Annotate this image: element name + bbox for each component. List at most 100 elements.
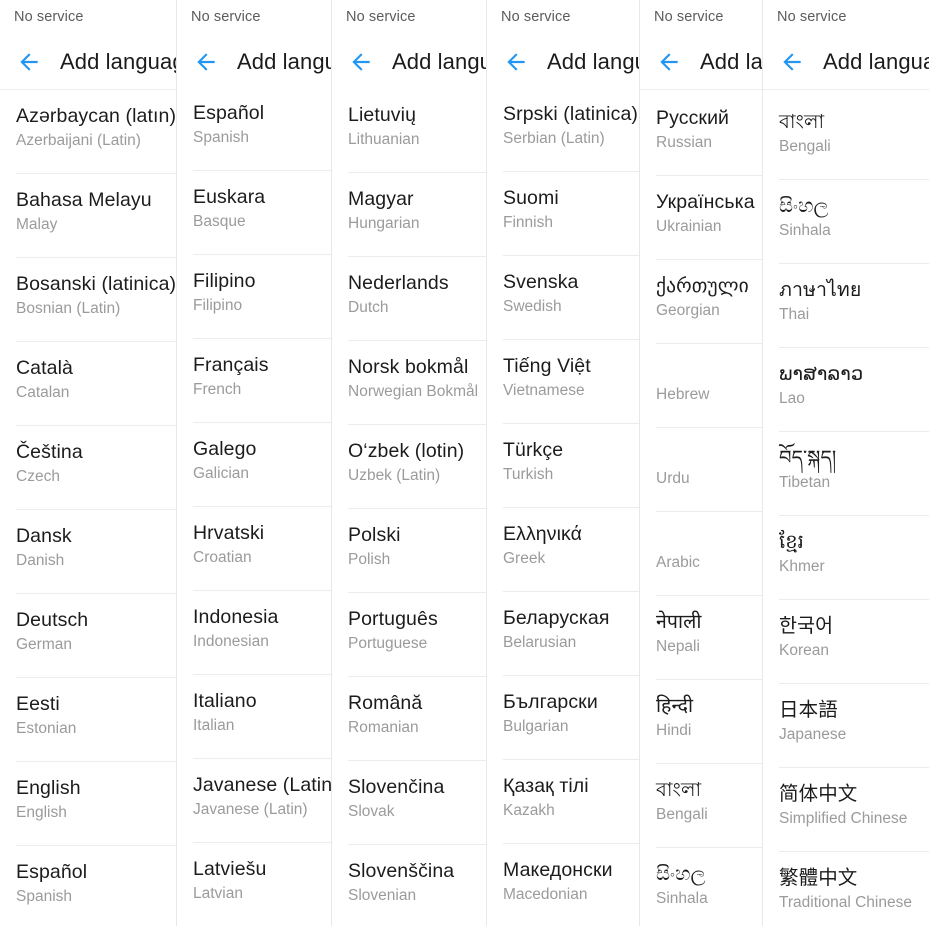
arrow-left-icon[interactable]	[652, 45, 686, 79]
language-list-item[interactable]: Euskara Basque	[177, 171, 332, 255]
language-list-item[interactable]: Eesti Estonian	[0, 678, 177, 762]
language-list-item[interactable]: O‘zbek (lotin) Uzbek (Latin)	[332, 425, 487, 509]
language-list-item[interactable]: 繁體中文 Traditional Chinese	[763, 852, 929, 926]
app-bar: Add language	[177, 34, 332, 90]
language-list-item[interactable]: বাংলা Bengali	[640, 764, 763, 848]
language-native-name: Polski	[348, 524, 401, 546]
language-list-item[interactable]: Nederlands Dutch	[332, 257, 487, 341]
language-native-name: Ελληνικά	[503, 523, 583, 545]
language-list-item[interactable]: ქართული Georgian	[640, 260, 763, 344]
language-native-name: Български	[503, 691, 598, 713]
language-list-item[interactable]: Français French	[177, 339, 332, 423]
language-list-item[interactable]: हिन्दी Hindi	[640, 680, 763, 764]
language-list-item[interactable]: Ελληνικά Greek	[487, 508, 640, 592]
language-list: Azərbaycan (latın) Azerbaijani (Latin) Bah…	[0, 90, 177, 926]
arrow-left-icon[interactable]	[12, 45, 46, 79]
language-list-item[interactable]: Lietuvių Lithuanian	[332, 89, 487, 173]
language-list-item[interactable]: Türkçe Turkish	[487, 424, 640, 508]
language-list-item[interactable]: Беларуская Belarusian	[487, 592, 640, 676]
language-list-item[interactable]: සිංහල Sinhala	[763, 180, 929, 264]
language-list-item[interactable]: Polski Polish	[332, 509, 487, 593]
phone-screen: No service Add language Español Spanish Eusk…	[177, 0, 332, 926]
phone-screen: No service Add language Русский Russian Укра…	[640, 0, 763, 926]
language-native-name: Galego	[193, 438, 257, 460]
language-english-name: Latvian	[193, 885, 243, 902]
language-list-item[interactable]: English English	[0, 762, 177, 846]
language-english-name: Belarusian	[503, 634, 577, 651]
language-list-item[interactable]: Norsk bokmål Norwegian Bokmål	[332, 341, 487, 425]
language-list-item[interactable]: Қазақ тілі Kazakh	[487, 760, 640, 844]
language-list-item[interactable]: Slovenščina Slovenian	[332, 845, 487, 926]
phone-screen: No service Add language Lietuvių Lithuanian…	[332, 0, 487, 926]
language-list-item[interactable]: සිංහල Sinhala	[640, 848, 763, 926]
language-list-item[interactable]: Srpski (latinica) Serbian (Latin)	[487, 88, 640, 172]
carrier-status-label: No service	[501, 9, 571, 25]
language-list-item[interactable]: Čeština Czech	[0, 426, 177, 510]
language-list-item[interactable]: Hrvatski Croatian	[177, 507, 332, 591]
language-list-item[interactable]: Galego Galician	[177, 423, 332, 507]
language-english-name: Azerbaijani (Latin)	[16, 132, 141, 149]
arrow-left-icon[interactable]	[499, 45, 533, 79]
arrow-left-icon[interactable]	[189, 45, 223, 79]
language-list-item[interactable]: বাংলা Bengali	[763, 96, 929, 180]
language-list-item[interactable]: Magyar Hungarian	[332, 173, 487, 257]
arrow-left-icon[interactable]	[344, 45, 378, 79]
language-english-name: Spanish	[16, 888, 73, 905]
language-english-name: Hebrew	[656, 386, 710, 403]
language-native-name: Українська	[656, 191, 755, 213]
language-native-name: Suomi	[503, 187, 559, 209]
language-list-item[interactable]: Indonesia Indonesian	[177, 591, 332, 675]
language-list-item[interactable]: Azərbaycan (latın) Azerbaijani (Latin)	[0, 90, 177, 174]
language-list-item[interactable]: ພາສາລາວ Lao	[763, 348, 929, 432]
language-list-item[interactable]: བོད་སྐད། Tibetan	[763, 432, 929, 516]
language-list-item[interactable]: Українська Ukrainian	[640, 176, 763, 260]
language-native-name: Deutsch	[16, 609, 89, 631]
language-list-item[interactable]: Português Portuguese	[332, 593, 487, 677]
language-list-item[interactable]: Slovenčina Slovak	[332, 761, 487, 845]
language-native-name: Filipino	[193, 270, 256, 292]
language-list-item[interactable]: Русский Russian	[640, 92, 763, 176]
page-title: Add language	[700, 48, 763, 74]
language-list-item[interactable]: ภาษาไทย Thai	[763, 264, 929, 348]
language-list-item[interactable]: 한국어 Korean	[763, 600, 929, 684]
language-list-item[interactable]: 简体中文 Simplified Chinese	[763, 768, 929, 852]
language-list-item[interactable]: Bosanski (latinica) Bosnian (Latin)	[0, 258, 177, 342]
language-list-item[interactable]: Македонски Macedonian	[487, 844, 640, 926]
language-native-name: עברית	[656, 358, 763, 383]
language-native-name: བོད་སྐད།	[779, 447, 837, 469]
language-list-item[interactable]: Español Spanish	[177, 87, 332, 171]
language-list: বাংলা Bengali සිංහල Sinhala ภาษาไทย Thai ພາສາລ…	[763, 96, 929, 926]
language-native-name: ខ្មែរ	[779, 531, 804, 553]
language-native-name: Hrvatski	[193, 522, 265, 544]
language-list-item[interactable]: Català Catalan	[0, 342, 177, 426]
language-list-item[interactable]: Română Romanian	[332, 677, 487, 761]
language-list-item[interactable]: Deutsch German	[0, 594, 177, 678]
language-native-name: Македонски	[503, 859, 613, 881]
panel-divider	[639, 0, 640, 926]
language-list-item[interactable]: Svenska Swedish	[487, 256, 640, 340]
language-english-name: Japanese	[779, 726, 847, 743]
language-list-item[interactable]: Suomi Finnish	[487, 172, 640, 256]
language-list-item[interactable]: עברית Hebrew	[640, 344, 763, 428]
language-list-item[interactable]: Javanese (Latin) Javanese (Latin)	[177, 759, 332, 843]
language-native-name: Euskara	[193, 186, 266, 208]
language-english-name: Thai	[779, 306, 810, 323]
language-english-name: Basque	[193, 213, 246, 230]
language-list-item[interactable]: Български Bulgarian	[487, 676, 640, 760]
language-list-item[interactable]: Tiếng Việt Vietnamese	[487, 340, 640, 424]
language-list-item[interactable]: Dansk Danish	[0, 510, 177, 594]
language-english-name: Italian	[193, 717, 235, 734]
language-list-item[interactable]: اردو Urdu	[640, 428, 763, 512]
language-native-name: Slovenščina	[348, 860, 455, 882]
language-list-item[interactable]: Filipino Filipino	[177, 255, 332, 339]
language-list-item[interactable]: Italiano Italian	[177, 675, 332, 759]
language-list-item[interactable]: العربية Arabic	[640, 512, 763, 596]
language-english-name: Finnish	[503, 214, 553, 231]
arrow-left-icon[interactable]	[775, 45, 809, 79]
language-list-item[interactable]: नेपाली Nepali	[640, 596, 763, 680]
language-list-item[interactable]: ខ្មែរ Khmer	[763, 516, 929, 600]
language-list-item[interactable]: 日本語 Japanese	[763, 684, 929, 768]
language-list-item[interactable]: Bahasa Melayu Malay	[0, 174, 177, 258]
language-list-item[interactable]: Latviešu Latvian	[177, 843, 332, 926]
language-list-item[interactable]: Español Spanish	[0, 846, 177, 926]
